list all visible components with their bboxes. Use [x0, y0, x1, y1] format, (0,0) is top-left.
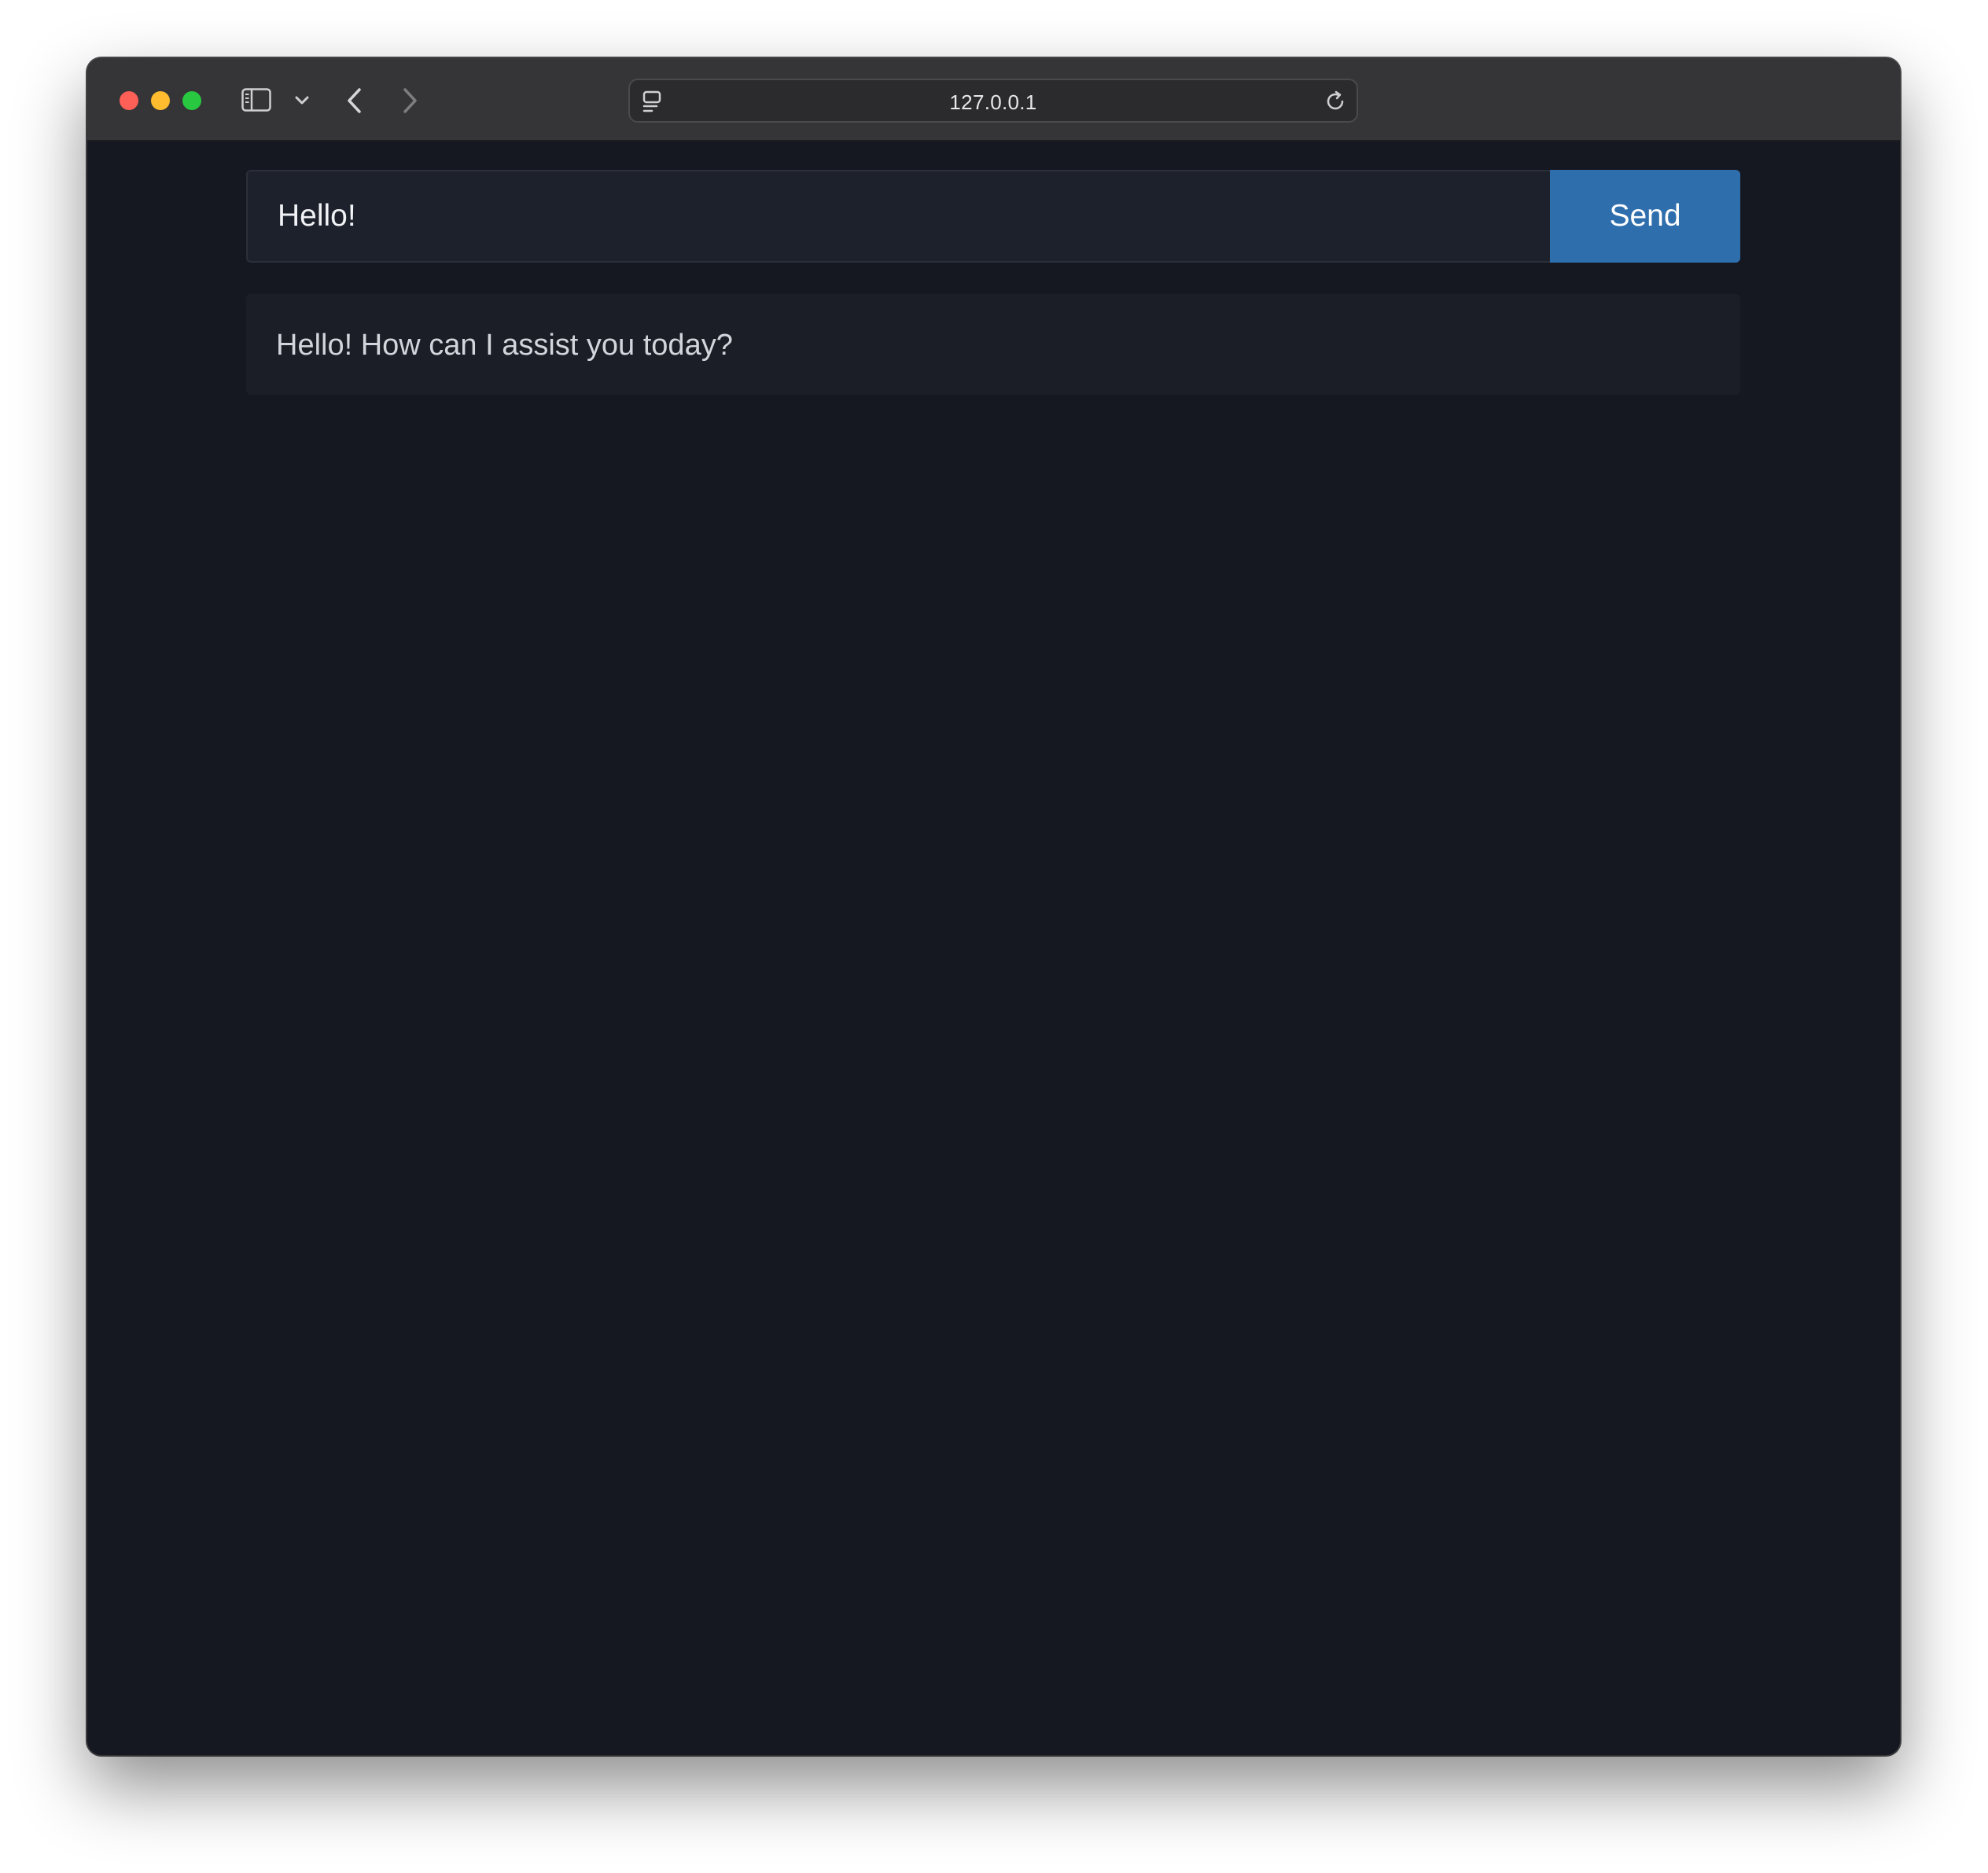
- browser-window: 127.0.0.1 Send Hello! How can I assist y…: [87, 58, 1900, 1755]
- close-window-button[interactable]: [120, 91, 138, 110]
- assistant-response: Hello! How can I assist you today?: [246, 294, 1740, 395]
- sidebar-icon[interactable]: [241, 88, 271, 112]
- minimize-window-button[interactable]: [151, 91, 170, 110]
- back-arrow-icon[interactable]: [344, 86, 366, 115]
- chat-input-row: Send: [246, 170, 1740, 263]
- forward-arrow-icon[interactable]: [399, 86, 421, 115]
- reload-icon[interactable]: [1323, 90, 1347, 113]
- send-button[interactable]: Send: [1550, 170, 1740, 263]
- address-bar[interactable]: 127.0.0.1: [628, 79, 1358, 123]
- url-text: 127.0.0.1: [949, 90, 1037, 114]
- page-content: Send Hello! How can I assist you today?: [87, 142, 1900, 1755]
- chevron-down-icon[interactable]: [293, 91, 311, 109]
- message-input[interactable]: [246, 170, 1550, 263]
- maximize-window-button[interactable]: [182, 91, 201, 110]
- browser-toolbar: 127.0.0.1: [87, 58, 1900, 142]
